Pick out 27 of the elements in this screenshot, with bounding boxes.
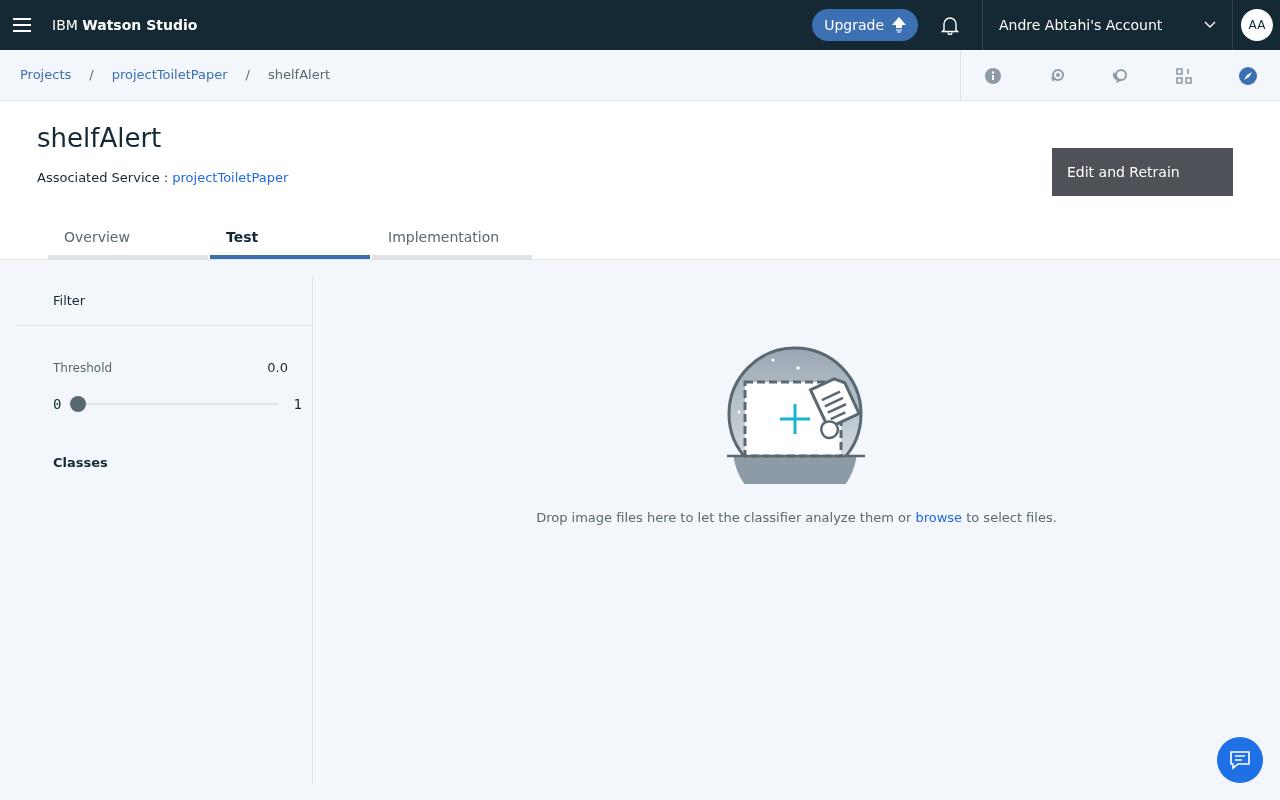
upgrade-button[interactable]: Upgrade [812, 9, 918, 41]
slider-max: 1 [293, 394, 302, 414]
classes-heading: Classes [53, 453, 109, 472]
app-brand[interactable]: IBM Watson Studio [52, 14, 198, 36]
breadcrumb-current: shelfAlert [268, 66, 331, 85]
browse-link[interactable]: browse [915, 510, 963, 525]
tab[interactable]: Overview [48, 220, 208, 259]
user-avatar[interactable]: AA [1241, 9, 1273, 41]
chevron-down-icon [1204, 21, 1216, 29]
breadcrumb-separator: / [89, 66, 94, 85]
slider-thumb[interactable] [69, 396, 86, 412]
filter-heading: Filter [53, 291, 86, 310]
breadcrumb-separator: / [245, 66, 250, 85]
page-title: shelfAlert [37, 123, 163, 155]
tab[interactable]: Test [210, 220, 370, 259]
service-link[interactable]: projectToiletPaper [172, 170, 289, 186]
drop-instructions: Drop image files here to let the classifier analyze them or browse to select files. [536, 509, 1057, 527]
service-label: Associated Service : [37, 170, 169, 186]
upload-arrow-icon [892, 17, 906, 33]
breadcrumb-link[interactable]: projectToiletPaper [111, 65, 228, 85]
threshold-value: 0.0 [267, 359, 288, 377]
threshold-label: Threshold [53, 359, 113, 377]
chat-icon[interactable] [1217, 737, 1263, 783]
edit-retrain-button[interactable]: Edit and Retrain [1052, 148, 1233, 197]
breadcrumb-link[interactable]: Projects [20, 65, 72, 85]
slider-min: 0 [53, 394, 62, 414]
tab[interactable]: Implementation [372, 220, 532, 259]
